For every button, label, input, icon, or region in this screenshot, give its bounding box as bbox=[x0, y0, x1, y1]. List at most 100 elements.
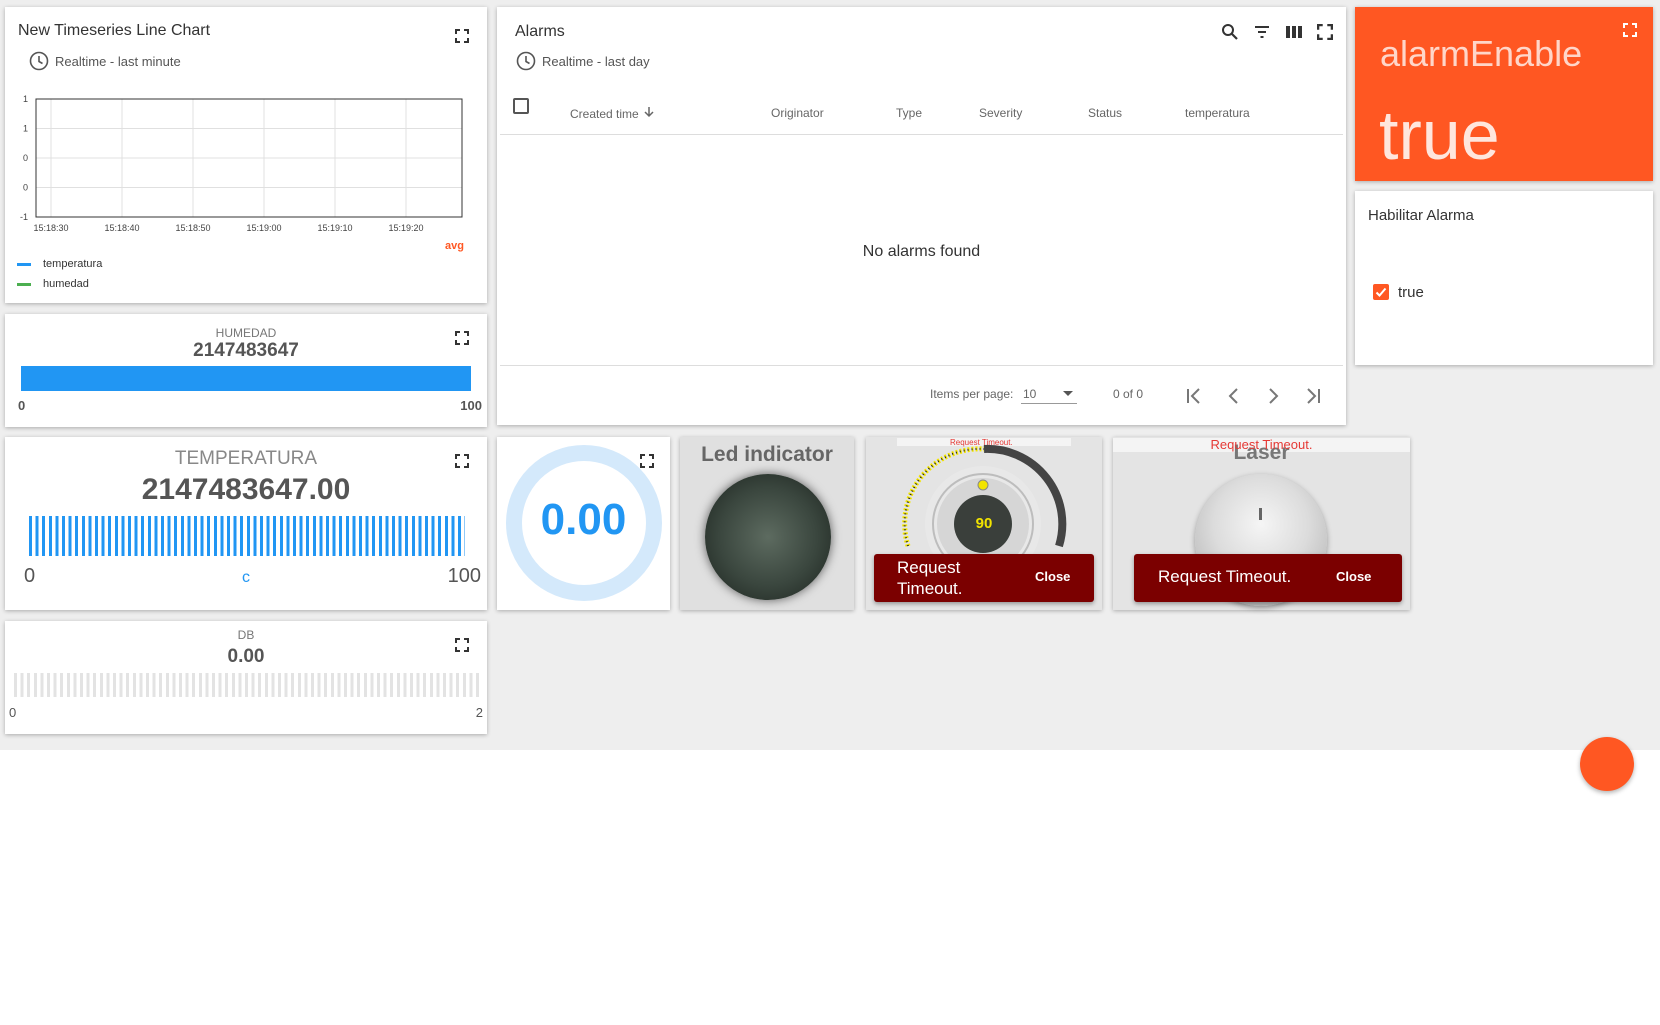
bar-fill bbox=[29, 516, 465, 556]
x-tick-label: 15:18:50 bbox=[175, 223, 210, 233]
clock-icon bbox=[516, 51, 536, 71]
knob-value: 90 bbox=[975, 515, 993, 532]
card-value: true bbox=[1379, 96, 1500, 174]
fullscreen-icon[interactable] bbox=[455, 454, 469, 468]
fullscreen-icon[interactable] bbox=[455, 29, 469, 43]
column-header-temperatura[interactable]: temperatura bbox=[1185, 106, 1250, 120]
sort-arrow-down-icon bbox=[643, 106, 655, 121]
add-widget-fab-button[interactable] bbox=[1580, 737, 1634, 791]
fullscreen-icon[interactable] bbox=[455, 331, 469, 345]
widget-title: Habilitar Alarma bbox=[1368, 207, 1474, 224]
dropdown-arrow-icon bbox=[1063, 391, 1073, 396]
snackbar-close-button[interactable]: Close bbox=[1035, 569, 1070, 584]
y-tick-label: 0 bbox=[23, 183, 28, 193]
next-page-icon[interactable] bbox=[1262, 385, 1284, 407]
widget-label: HUMEDAD bbox=[215, 326, 277, 340]
x-tick-label: 15:18:40 bbox=[104, 223, 139, 233]
unit-label: c bbox=[242, 569, 250, 586]
legend-item-temperatura[interactable]: temperatura bbox=[17, 258, 102, 270]
max-label: 100 bbox=[447, 565, 481, 587]
legend-label: humedad bbox=[43, 278, 89, 290]
fullscreen-icon[interactable] bbox=[1317, 24, 1335, 42]
page-range-label: 0 of 0 bbox=[1113, 387, 1144, 401]
min-label: 0 bbox=[9, 705, 17, 720]
empty-state-text: No alarms found bbox=[862, 243, 981, 260]
alarm-enable-card: alarmEnable true bbox=[1355, 7, 1653, 181]
widget-title: Alarms bbox=[515, 23, 565, 40]
donut-gauge-widget: 0.00 bbox=[497, 437, 670, 610]
dashboard-canvas: New Timeseries Line Chart Realtime - las… bbox=[0, 0, 1660, 791]
footer-divider bbox=[500, 365, 1343, 366]
fullscreen-icon[interactable] bbox=[455, 638, 469, 652]
column-header-status[interactable]: Status bbox=[1088, 106, 1122, 120]
bar-track bbox=[29, 516, 465, 556]
filter-icon[interactable] bbox=[1253, 23, 1271, 41]
alarms-widget: Alarms Realtime - last day Created time bbox=[497, 7, 1346, 425]
items-per-page-value: 10 bbox=[1023, 387, 1037, 401]
error-snackbar: Request Timeout. Close bbox=[874, 554, 1094, 602]
card-label: alarmEnable bbox=[1380, 33, 1583, 74]
columns-icon[interactable] bbox=[1285, 23, 1303, 41]
error-message: Request Timeout. bbox=[1210, 437, 1313, 452]
laser-switch-widget: Laser Request Timeout. Request Timeout. … bbox=[1113, 437, 1410, 610]
last-page-icon[interactable] bbox=[1302, 385, 1324, 407]
x-tick-label: 15:19:00 bbox=[246, 223, 281, 233]
snackbar-close-button[interactable]: Close bbox=[1336, 569, 1371, 584]
header-divider bbox=[500, 134, 1343, 135]
items-per-page-select[interactable]: 10 bbox=[1021, 384, 1077, 404]
column-header-created-time[interactable]: Created time bbox=[570, 106, 655, 121]
legend-swatch bbox=[17, 262, 31, 266]
led-indicator-widget: Led indicator bbox=[680, 437, 854, 610]
progress-track bbox=[21, 366, 471, 391]
widget-title: New Timeseries Line Chart bbox=[18, 22, 211, 39]
timewindow-label[interactable]: Realtime - last day bbox=[516, 51, 650, 71]
widget-value: 2147483647.00 bbox=[141, 473, 351, 506]
fullscreen-icon[interactable] bbox=[1623, 23, 1637, 37]
legend-item-humedad[interactable]: humedad bbox=[17, 278, 89, 290]
y-tick-label: 1 bbox=[23, 94, 28, 104]
check-icon bbox=[1375, 287, 1387, 297]
select-all-checkbox[interactable] bbox=[513, 98, 529, 114]
x-tick-label: 15:19:20 bbox=[388, 223, 423, 233]
switch-indicator-mark bbox=[1259, 508, 1262, 520]
min-label: 0 bbox=[18, 398, 26, 413]
fullscreen-icon[interactable] bbox=[640, 454, 654, 468]
alarm-enable-checkbox[interactable] bbox=[1373, 284, 1389, 300]
max-label: 100 bbox=[460, 398, 482, 413]
progress-fill bbox=[21, 366, 471, 391]
x-tick-label: 15:18:30 bbox=[33, 223, 68, 233]
column-header-severity[interactable]: Severity bbox=[979, 106, 1022, 120]
legend-label: temperatura bbox=[43, 258, 103, 270]
y-tick-label: 1 bbox=[23, 124, 28, 134]
timeseries-chart-widget: New Timeseries Line Chart Realtime - las… bbox=[5, 7, 487, 303]
snackbar-message: Request Timeout. bbox=[1158, 567, 1292, 586]
checkbox-label: true bbox=[1398, 284, 1424, 301]
column-header-type[interactable]: Type bbox=[896, 106, 922, 120]
first-page-icon[interactable] bbox=[1183, 385, 1205, 407]
search-icon[interactable] bbox=[1221, 23, 1239, 41]
column-header-originator[interactable]: Originator bbox=[771, 106, 824, 120]
habilitar-alarma-widget: Habilitar Alarma true bbox=[1355, 191, 1653, 365]
widget-label: TEMPERATURA bbox=[174, 448, 318, 469]
widget-label: DB bbox=[237, 628, 255, 642]
snackbar-message: Request Timeout. bbox=[897, 558, 963, 598]
bar-track bbox=[14, 673, 482, 697]
timewindow-text: Realtime - last minute bbox=[55, 53, 181, 69]
temperatura-gauge-widget: TEMPERATURA 2147483647.00 0 c 100 bbox=[5, 437, 487, 610]
db-gauge-widget: DB 0.00 0 2 bbox=[5, 621, 487, 734]
y-tick-label: -1 bbox=[20, 212, 28, 222]
aggregation-label: avg bbox=[445, 240, 464, 252]
widget-title: Led indicator bbox=[701, 443, 833, 466]
donut-value: 0.00 bbox=[540, 495, 627, 544]
timewindow-label[interactable]: Realtime - last minute bbox=[29, 51, 181, 71]
max-label: 2 bbox=[475, 705, 483, 720]
error-snackbar: Request Timeout. Close bbox=[1134, 554, 1402, 602]
y-tick-label: 0 bbox=[23, 153, 28, 163]
x-tick-label: 15:19:10 bbox=[317, 223, 352, 233]
knob-control-widget: Request Timeout. 90 Request Timeout. Clo… bbox=[866, 437, 1102, 610]
led-light bbox=[705, 474, 831, 600]
legend-swatch bbox=[17, 282, 31, 286]
clock-icon bbox=[29, 51, 49, 71]
widget-value: 2147483647 bbox=[193, 340, 299, 361]
previous-page-icon[interactable] bbox=[1223, 385, 1245, 407]
